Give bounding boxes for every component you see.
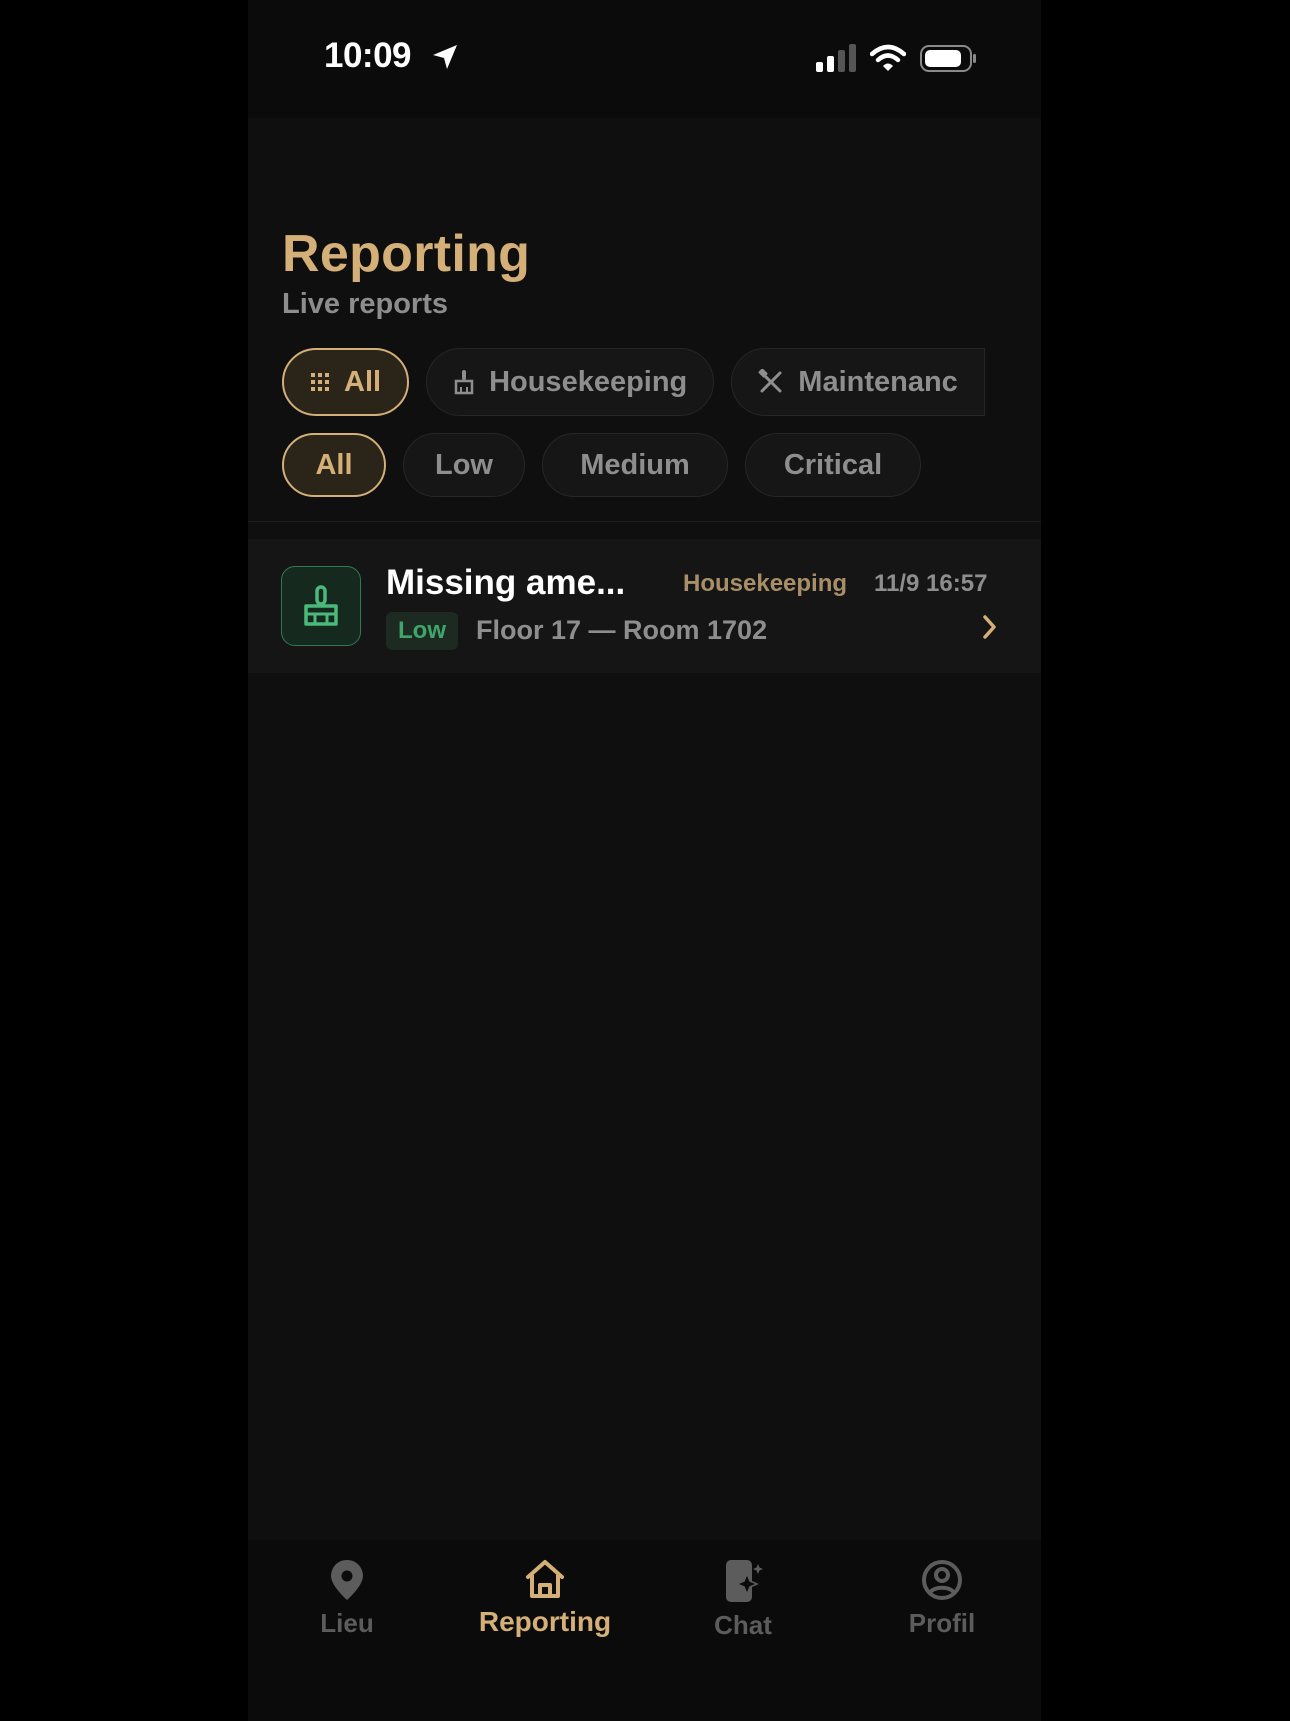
tab-chat[interactable]: Chat (668, 1558, 818, 1641)
priority-filter-row: All Low Medium Critical (282, 433, 921, 501)
report-location: Floor 17 — Room 1702 (476, 615, 768, 645)
tab-label: Lieu (320, 1608, 374, 1638)
tab-reporting[interactable]: Reporting (470, 1558, 620, 1638)
broom-icon (453, 369, 475, 395)
app-screen: 10:09 Reporting Live reports All Houseke… (248, 0, 1041, 1721)
location-pin-icon (331, 1560, 363, 1600)
tab-label: Profil (908, 1608, 976, 1638)
battery-icon (920, 45, 976, 72)
grid-icon (310, 372, 330, 392)
page-title: Reporting (282, 225, 531, 283)
phone-sparkle-icon (726, 1560, 763, 1602)
category-chip-label: Housekeeping (489, 365, 688, 398)
priority-chip-critical[interactable]: Critical (745, 433, 921, 497)
status-bar: 10:09 (248, 0, 1041, 118)
broom-icon (281, 566, 361, 646)
report-category: Housekeeping (683, 570, 848, 597)
priority-badge: Low (386, 612, 458, 650)
profile-icon (922, 1560, 962, 1600)
priority-chip-label: All (315, 448, 353, 481)
category-chip-label: All (344, 365, 382, 398)
priority-chip-label: Critical (783, 448, 883, 481)
divider (248, 521, 1041, 522)
chevron-right-icon (983, 615, 996, 639)
priority-chip-all[interactable]: All (282, 433, 386, 497)
tab-profil[interactable]: Profil (867, 1558, 1017, 1639)
location-arrow-icon (433, 45, 457, 69)
tab-label: Chat (714, 1610, 772, 1640)
priority-chip-label: Medium (580, 448, 690, 481)
tools-icon (758, 369, 784, 395)
report-title: Missing ame... (386, 563, 626, 602)
home-icon (526, 1560, 564, 1598)
status-time: 10:09 (324, 36, 412, 75)
priority-chip-label: Low (435, 448, 493, 481)
category-filter-row: All Housekeeping Maintenanc (282, 348, 1041, 416)
report-list-item[interactable]: Missing ame... Housekeeping 11/9 16:57 L… (248, 539, 1041, 673)
category-chip-label: Maintenanc (798, 365, 958, 398)
cellular-signal-icon (816, 44, 856, 72)
report-timestamp: 11/9 16:57 (874, 570, 988, 597)
priority-chip-low[interactable]: Low (403, 433, 525, 497)
tab-bar: Lieu Reporting Chat Profil (248, 1540, 1041, 1721)
page-subtitle: Live reports (282, 288, 448, 320)
tab-label: Reporting (478, 1606, 612, 1637)
tab-lieu[interactable]: Lieu (272, 1558, 422, 1639)
category-chip-housekeeping[interactable]: Housekeeping (426, 348, 715, 416)
category-chip-maintenance[interactable]: Maintenanc (731, 348, 985, 416)
priority-chip-medium[interactable]: Medium (542, 433, 728, 497)
wifi-icon (870, 44, 906, 71)
category-chip-all[interactable]: All (282, 348, 410, 416)
